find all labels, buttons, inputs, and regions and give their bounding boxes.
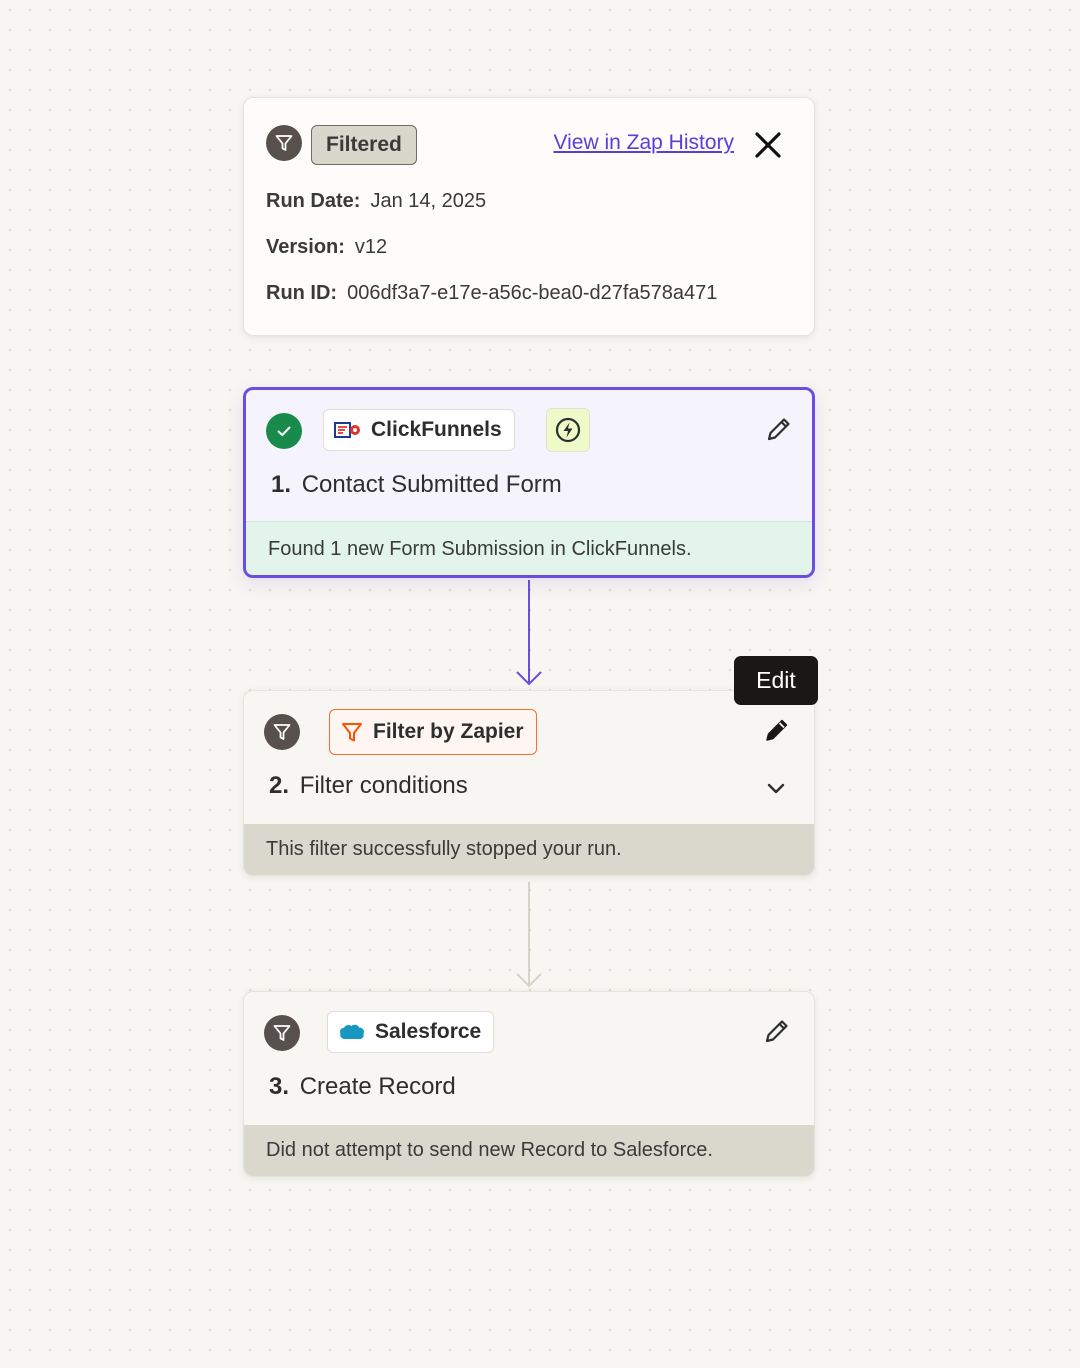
- pencil-icon[interactable]: [764, 414, 794, 444]
- lightning-bolt-icon: [546, 408, 590, 452]
- run-id-row: Run ID: 006df3a7-e17e-a56c-bea0-d27fa578a…: [266, 282, 717, 305]
- connector-2-3: [516, 882, 542, 988]
- app-chip-clickfunnels: ClickFunnels: [323, 409, 515, 451]
- run-date-label: Run Date:: [266, 190, 361, 212]
- step-number: 2.: [269, 772, 290, 799]
- close-icon[interactable]: [752, 129, 784, 161]
- pencil-icon[interactable]: [762, 1016, 792, 1046]
- version-label: Version:: [266, 236, 345, 258]
- step-2-card[interactable]: Filter by Zapier 2. Filter conditions Th…: [243, 690, 815, 876]
- step-number: 3.: [269, 1073, 290, 1100]
- app-chip-filter: Filter by Zapier: [329, 709, 537, 755]
- app-name: ClickFunnels: [371, 418, 502, 441]
- status-badge: Filtered: [311, 125, 417, 165]
- version-row: Version: v12: [266, 236, 387, 259]
- step-2-result: This filter successfully stopped your ru…: [244, 824, 814, 875]
- step-name: Contact Submitted Form: [301, 471, 562, 498]
- pencil-icon[interactable]: [762, 715, 792, 745]
- step-3-title: 3. Create Record: [269, 1073, 456, 1101]
- connector-1-2: [516, 580, 542, 686]
- step-2-title: 2. Filter conditions: [269, 772, 468, 800]
- view-history-link[interactable]: View in Zap History: [553, 131, 734, 155]
- filter-logo-icon: [340, 720, 364, 744]
- edit-tooltip: Edit: [734, 656, 818, 705]
- run-details-card: Filtered View in Zap History Run Date: Ja…: [243, 97, 815, 336]
- step-number: 1.: [271, 471, 292, 498]
- step-1-card[interactable]: ClickFunnels 1. Contact Submitted Form F…: [243, 387, 815, 578]
- app-name: Filter by Zapier: [373, 720, 524, 743]
- run-date-value: Jan 14, 2025: [370, 190, 487, 212]
- step-1-result: Found 1 new Form Submission in ClickFunn…: [246, 521, 812, 575]
- step-1-title: 1. Contact Submitted Form: [271, 471, 562, 499]
- clickfunnels-logo-icon: [334, 420, 362, 440]
- chevron-down-icon[interactable]: [762, 774, 790, 802]
- step-name: Filter conditions: [299, 772, 468, 799]
- version-value: v12: [354, 236, 388, 258]
- run-date-row: Run Date: Jan 14, 2025: [266, 190, 486, 213]
- filter-icon: [264, 714, 300, 750]
- filter-icon: [264, 1015, 300, 1051]
- run-id-value: 006df3a7-e17e-a56c-bea0-d27fa578a471: [347, 282, 718, 304]
- success-check-icon: [266, 413, 302, 449]
- step-name: Create Record: [299, 1073, 456, 1100]
- salesforce-cloud-icon: [338, 1022, 366, 1042]
- filter-icon: [266, 125, 302, 161]
- step-3-card[interactable]: Salesforce 3. Create Record Did not atte…: [243, 991, 815, 1177]
- app-chip-salesforce: Salesforce: [327, 1011, 495, 1053]
- app-name: Salesforce: [375, 1020, 482, 1043]
- step-3-result: Did not attempt to send new Record to Sa…: [244, 1125, 814, 1176]
- run-status-row: Filtered View in Zap History: [266, 125, 792, 167]
- run-id-label: Run ID:: [266, 282, 338, 304]
